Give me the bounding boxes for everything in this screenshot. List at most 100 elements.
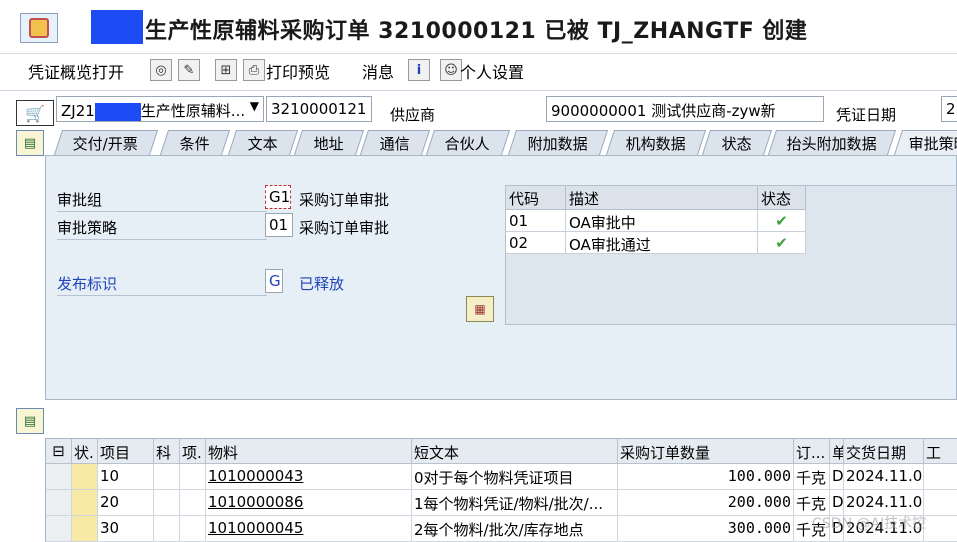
grid-cell-desc[interactable]: OA审批通过 (566, 232, 758, 254)
table-cell-short-text[interactable]: 2每个物料/批次/库存地点 (412, 516, 618, 542)
grid-cell-code[interactable]: 01 (506, 210, 566, 232)
release-strategy-text: 采购订单审批 (299, 219, 390, 237)
tab-org-data[interactable]: 机构数据 (605, 130, 707, 155)
items-collapse-button[interactable]: ▤ (16, 408, 44, 434)
table-cell-delivery-date[interactable]: 2024.11.06 (844, 464, 924, 490)
tab-address[interactable]: 地址 (293, 130, 365, 155)
tab-conditions[interactable]: 条件 (159, 130, 231, 155)
col-header-status[interactable]: 状态 (758, 186, 806, 210)
info-icon[interactable]: i (408, 59, 430, 81)
table-cell-unit[interactable]: 千克 (794, 464, 830, 490)
tab-delivery-invoice[interactable]: 交付/开票 (53, 130, 159, 155)
print-icon[interactable]: ⎙ (243, 59, 265, 81)
doc-date-field[interactable]: 2 (941, 96, 957, 122)
doc-type-prefix: ZJ21 (61, 102, 95, 120)
table-cell-item[interactable]: 30 (98, 516, 154, 542)
chevron-down-icon[interactable]: ▼ (250, 99, 259, 113)
table-cell-account[interactable] (154, 490, 180, 516)
vendor-field[interactable]: 9000000001 测试供应商-zyw新 (546, 96, 824, 122)
col-header-quantity[interactable]: 采购订单数量 (618, 439, 794, 464)
grid-cell-desc[interactable]: OA审批中 (566, 210, 758, 232)
table-cell-item[interactable]: 20 (98, 490, 154, 516)
col-header-material[interactable]: 物料 (206, 439, 412, 464)
col-header-short-text[interactable]: 短文本 (412, 439, 618, 464)
col-header-account[interactable]: 科 (154, 439, 180, 464)
redacted-block (94, 102, 141, 121)
table-cell-account[interactable] (154, 516, 180, 542)
table-cell-item-cat[interactable] (180, 490, 206, 516)
grid-cell-code[interactable]: 02 (506, 232, 566, 254)
messages-button[interactable]: 消息 (362, 59, 394, 83)
table-cell-short-text[interactable]: 0对于每个物料凭证项目 (412, 464, 618, 490)
col-header-item[interactable]: 项目 (98, 439, 154, 464)
table-cell-quantity[interactable]: 100.000 (618, 464, 794, 490)
vendor-label: 供应商 (390, 106, 436, 124)
release-log-button[interactable]: ▦ (466, 296, 494, 322)
table-cell-material[interactable]: 1010000045 (206, 516, 412, 542)
table-cell-item-cat[interactable] (180, 516, 206, 542)
header-tabs: 交付/开票 条件 文本 地址 通信 合伙人 附加数据 机构数据 状态 抬头附加数… (0, 130, 957, 156)
personal-settings-icon[interactable]: ☺ (440, 59, 462, 81)
col-header-status[interactable]: 状. (72, 439, 98, 464)
release-indicator-text: 已释放 (299, 275, 345, 293)
row-selector[interactable] (46, 464, 72, 490)
release-strategy-label: 审批策略 (57, 219, 118, 237)
doc-date-label: 凭证日期 (836, 106, 897, 124)
table-cell-item[interactable]: 10 (98, 464, 154, 490)
table-cell-account[interactable] (154, 464, 180, 490)
divider (57, 295, 267, 296)
release-indicator-label: 发布标识 (57, 275, 118, 293)
page-title: 生产性原辅料采购订单 3210000121 已被 TJ_ZHANGTF 创建 (145, 19, 808, 44)
table-cell-short-text[interactable]: 1每个物料凭证/物料/批次/... (412, 490, 618, 516)
tab-status[interactable]: 状态 (701, 130, 773, 155)
release-group-text: 采购订单审批 (299, 191, 390, 209)
table-cell-d[interactable]: D (830, 464, 844, 490)
table-cell-quantity[interactable]: 200.000 (618, 490, 794, 516)
col-header-unit[interactable]: 订... (794, 439, 830, 464)
tab-release-strategy[interactable]: 审批策略 (893, 130, 957, 155)
personal-settings-button[interactable]: 个人设置 (460, 59, 524, 83)
tab-texts[interactable]: 文本 (227, 130, 299, 155)
col-header-code[interactable]: 代码 (506, 186, 566, 210)
table-settings-icon[interactable]: ⊟ (46, 439, 72, 464)
tab-header-additional-data[interactable]: 抬头附加数据 (767, 130, 897, 155)
table-cell-plant[interactable] (924, 490, 957, 516)
cart-icon[interactable]: 🛒 (16, 100, 54, 126)
col-header-d[interactable]: 单 (830, 439, 844, 464)
watermark: CSDN @AI技术控 (812, 516, 927, 532)
divider (57, 211, 267, 212)
table-cell-quantity[interactable]: 300.000 (618, 516, 794, 542)
glasses-display-icon[interactable]: ◎ (150, 59, 172, 81)
table-cell-item-cat[interactable] (180, 464, 206, 490)
status-cell (72, 490, 98, 516)
release-group-label: 审批组 (57, 191, 103, 209)
system-menu-icon[interactable] (20, 13, 58, 43)
po-number-field[interactable]: 3210000121 (266, 96, 372, 122)
table-cell-plant[interactable] (924, 464, 957, 490)
header-row: 🛒 ZJ21 生产性原辅料... ▼ 3210000121 供应商 9000000… (0, 96, 957, 130)
row-selector[interactable] (46, 490, 72, 516)
application-toolbar: 凭证概览打开 ◎ ✎ ⊞ ⎙ 打印预览 消息 i ☺ 个人设置 (0, 55, 957, 91)
release-indicator-field[interactable]: G (265, 269, 283, 293)
table-cell-material[interactable]: 1010000043 (206, 464, 412, 490)
redacted-block (91, 10, 143, 44)
doc-type-select[interactable]: ZJ21 生产性原辅料... ▼ (56, 96, 264, 122)
col-header-delivery-date[interactable]: 交货日期 (844, 439, 924, 464)
col-header-item-cat[interactable]: 项. (180, 439, 206, 464)
overview-button[interactable]: 凭证概览打开 (28, 59, 124, 83)
release-strategy-field[interactable]: 01 (265, 213, 293, 237)
status-cell (72, 464, 98, 490)
table-cell-plant[interactable] (924, 516, 957, 542)
col-header-plant[interactable]: 工 (924, 439, 957, 464)
print-preview-button[interactable]: 打印预览 (266, 59, 330, 83)
tab-communication[interactable]: 通信 (359, 130, 431, 155)
release-group-field[interactable]: G1 (265, 185, 291, 209)
tab-partners[interactable]: 合伙人 (425, 130, 511, 155)
col-header-desc[interactable]: 描述 (566, 186, 758, 210)
other-po-icon[interactable]: ⊞ (215, 59, 237, 81)
row-selector[interactable] (46, 516, 72, 542)
check-icon: ✔ (758, 232, 806, 254)
tab-additional-data[interactable]: 附加数据 (507, 130, 609, 155)
change-icon[interactable]: ✎ (178, 59, 200, 81)
table-cell-material[interactable]: 1010000086 (206, 490, 412, 516)
